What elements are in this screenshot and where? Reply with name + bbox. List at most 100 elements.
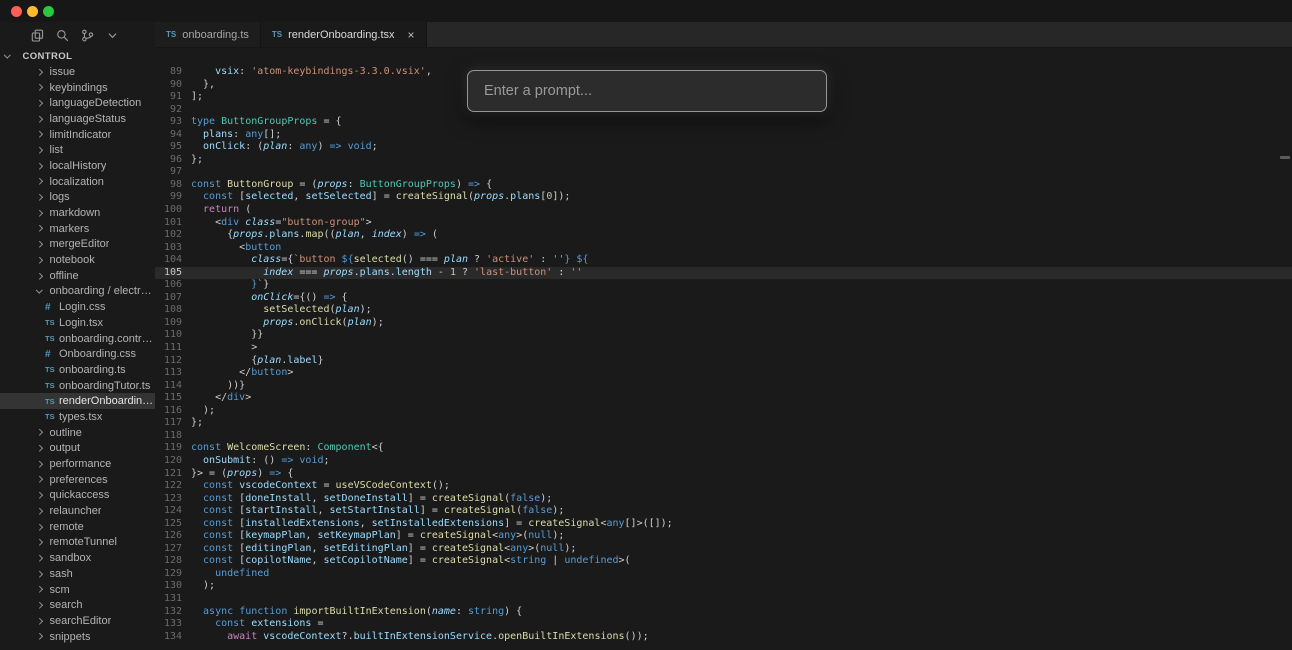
code-line-118[interactable]: 118 <box>155 430 1292 443</box>
code-line-125[interactable]: 125 const [installedExtensions, setInsta… <box>155 518 1292 531</box>
sidebar-item-renderonboarding.tsx[interactable]: TSrenderOnboarding.tsx <box>0 393 155 409</box>
code-line-109[interactable]: 109 props.onClick(plan); <box>155 317 1292 330</box>
code-line-123[interactable]: 123 const [doneInstall, setDoneInstall] … <box>155 493 1292 506</box>
code-line-126[interactable]: 126 const [keymapPlan, setKeymapPlan] = … <box>155 530 1292 543</box>
code-line-120[interactable]: 120 onSubmit: () => void; <box>155 455 1292 468</box>
tab-renderonboarding.tsx[interactable]: TSrenderOnboarding.tsx× <box>261 22 427 47</box>
chevron-right-icon <box>36 461 42 467</box>
sidebar-item-languagestatus[interactable]: languageStatus <box>0 111 155 127</box>
code-line-97[interactable]: 97 <box>155 166 1292 179</box>
code-line-98[interactable]: 98const ButtonGroup = (props: ButtonGrou… <box>155 179 1292 192</box>
sidebar-item-searcheditor[interactable]: searchEditor <box>0 613 155 629</box>
sidebar-item-notebook[interactable]: notebook <box>0 252 155 268</box>
code-line-131[interactable]: 131 <box>155 593 1292 606</box>
sidebar-item-output[interactable]: output <box>0 441 155 457</box>
sidebar-item-markers[interactable]: markers <box>0 221 155 237</box>
sidebar-item-list[interactable]: list <box>0 142 155 158</box>
zoom-window-button[interactable] <box>43 6 54 17</box>
sidebar-item-scm[interactable]: scm <box>0 582 155 598</box>
sidebar-item-remotetunnel[interactable]: remoteTunnel <box>0 535 155 551</box>
code-line-122[interactable]: 122 const vscodeContext = useVSCodeConte… <box>155 480 1292 493</box>
close-window-button[interactable] <box>11 6 22 17</box>
code-line-104[interactable]: 104 class={`button ${selected() === plan… <box>155 254 1292 267</box>
code-line-124[interactable]: 124 const [startInstall, setStartInstall… <box>155 505 1292 518</box>
code-line-95[interactable]: 95 onClick: (plan: any) => void; <box>155 141 1292 154</box>
code-line-94[interactable]: 94 plans: any[]; <box>155 129 1292 142</box>
code-line-133[interactable]: 133 const extensions = <box>155 618 1292 631</box>
code-line-99[interactable]: 99 const [selected, setSelected] = creat… <box>155 191 1292 204</box>
sidebar-item-onboarding.contribu[interactable]: TSonboarding.contribu… <box>0 331 155 347</box>
sidebar-item-limitindicator[interactable]: limitIndicator <box>0 127 155 143</box>
prompt-input[interactable] <box>468 83 826 99</box>
code-line-103[interactable]: 103 <button <box>155 242 1292 255</box>
vscode-window: CONTROL issuekeybindingslanguageDetectio… <box>0 0 1292 650</box>
code-line-130[interactable]: 130 ); <box>155 580 1292 593</box>
sidebar-item-offline[interactable]: offline <box>0 268 155 284</box>
code-text: </button> <box>191 367 293 380</box>
sidebar-item-types.tsx[interactable]: TStypes.tsx <box>0 409 155 425</box>
sidebar-item-remote[interactable]: remote <box>0 519 155 535</box>
source-control-icon[interactable] <box>81 29 94 42</box>
code-line-93[interactable]: 93type ButtonGroupProps = { <box>155 116 1292 129</box>
sidebar-item-onboarding.ts[interactable]: TSonboarding.ts <box>0 362 155 378</box>
code-line-101[interactable]: 101 <div class="button-group"> <box>155 217 1292 230</box>
code-line-121[interactable]: 121}> = (props) => { <box>155 468 1292 481</box>
code-line-119[interactable]: 119const WelcomeScreen: Component<{ <box>155 442 1292 455</box>
minimize-window-button[interactable] <box>27 6 38 17</box>
code-line-116[interactable]: 116 ); <box>155 405 1292 418</box>
sidebar-item-onboarding.css[interactable]: #Onboarding.css <box>0 346 155 362</box>
code-text: const [selected, setSelected] = createSi… <box>191 191 570 204</box>
code-line-134[interactable]: 134 await vscodeContext?.builtInExtensio… <box>155 631 1292 644</box>
sidebar-item-sash[interactable]: sash <box>0 566 155 582</box>
close-tab-icon[interactable]: × <box>408 28 415 42</box>
sidebar-item-languagedetection[interactable]: languageDetection <box>0 95 155 111</box>
code-line-112[interactable]: 112 {plan.label} <box>155 355 1292 368</box>
sidebar-item-search[interactable]: search <box>0 597 155 613</box>
code-text: const extensions = <box>191 618 323 631</box>
code-line-107[interactable]: 107 onClick={() => { <box>155 292 1292 305</box>
code-line-113[interactable]: 113 </button> <box>155 367 1292 380</box>
code-line-129[interactable]: 129 undefined <box>155 568 1292 581</box>
chevron-right-icon <box>36 618 42 624</box>
line-number: 100 <box>155 204 182 217</box>
code-line-132[interactable]: 132 async function importBuiltInExtensio… <box>155 606 1292 619</box>
sidebar-item-performance[interactable]: performance <box>0 456 155 472</box>
code-line-108[interactable]: 108 setSelected(plan); <box>155 304 1292 317</box>
code-line-117[interactable]: 117}; <box>155 417 1292 430</box>
sidebar-item-markdown[interactable]: markdown <box>0 205 155 221</box>
code-line-105[interactable]: 105 index === props.plans.length - 1 ? '… <box>155 267 1292 280</box>
line-number: 94 <box>155 129 182 142</box>
sidebar-item-preferences[interactable]: preferences <box>0 472 155 488</box>
copy-icon[interactable] <box>31 29 44 42</box>
sidebar-item-logs[interactable]: logs <box>0 190 155 206</box>
code-line-100[interactable]: 100 return ( <box>155 204 1292 217</box>
sidebar-item-localization[interactable]: localization <box>0 174 155 190</box>
sidebar-item-sandbox[interactable]: sandbox <box>0 550 155 566</box>
code-editor[interactable]: 89 vsix: 'atom-keybindings-3.3.0.vsix',9… <box>155 48 1292 650</box>
chevron-down-icon[interactable] <box>106 29 119 42</box>
sidebar-item-mergeeditor[interactable]: mergeEditor <box>0 237 155 253</box>
sidebar-item-relauncher[interactable]: relauncher <box>0 503 155 519</box>
sidebar-item-outline[interactable]: outline <box>0 425 155 441</box>
sidebar-item-login.css[interactable]: #Login.css <box>0 299 155 315</box>
sidebar-item-onboarding-electron[interactable]: onboarding / electron-… <box>0 284 155 300</box>
sidebar-item-keybindings[interactable]: keybindings <box>0 80 155 96</box>
code-line-111[interactable]: 111 > <box>155 342 1292 355</box>
code-line-102[interactable]: 102 {props.plans.map((plan, index) => ( <box>155 229 1292 242</box>
code-line-127[interactable]: 127 const [editingPlan, setEditingPlan] … <box>155 543 1292 556</box>
sidebar-item-issue[interactable]: issue <box>0 64 155 80</box>
sidebar-item-snippets[interactable]: snippets <box>0 629 155 645</box>
sidebar-item-quickaccess[interactable]: quickaccess <box>0 488 155 504</box>
sidebar-item-localhistory[interactable]: localHistory <box>0 158 155 174</box>
code-line-114[interactable]: 114 ))} <box>155 380 1292 393</box>
sidebar-item-onboardingtutor.ts[interactable]: TSonboardingTutor.ts <box>0 378 155 394</box>
code-line-96[interactable]: 96}; <box>155 154 1292 167</box>
code-line-115[interactable]: 115 </div> <box>155 392 1292 405</box>
code-line-106[interactable]: 106 }`} <box>155 279 1292 292</box>
tab-onboarding.ts[interactable]: TSonboarding.ts <box>155 22 261 47</box>
code-line-128[interactable]: 128 const [copilotName, setCopilotName] … <box>155 555 1292 568</box>
search-icon[interactable] <box>56 29 69 42</box>
code-line-110[interactable]: 110 }} <box>155 329 1292 342</box>
explorer-section-header[interactable]: CONTROL <box>0 48 155 64</box>
sidebar-item-login.tsx[interactable]: TSLogin.tsx <box>0 315 155 331</box>
